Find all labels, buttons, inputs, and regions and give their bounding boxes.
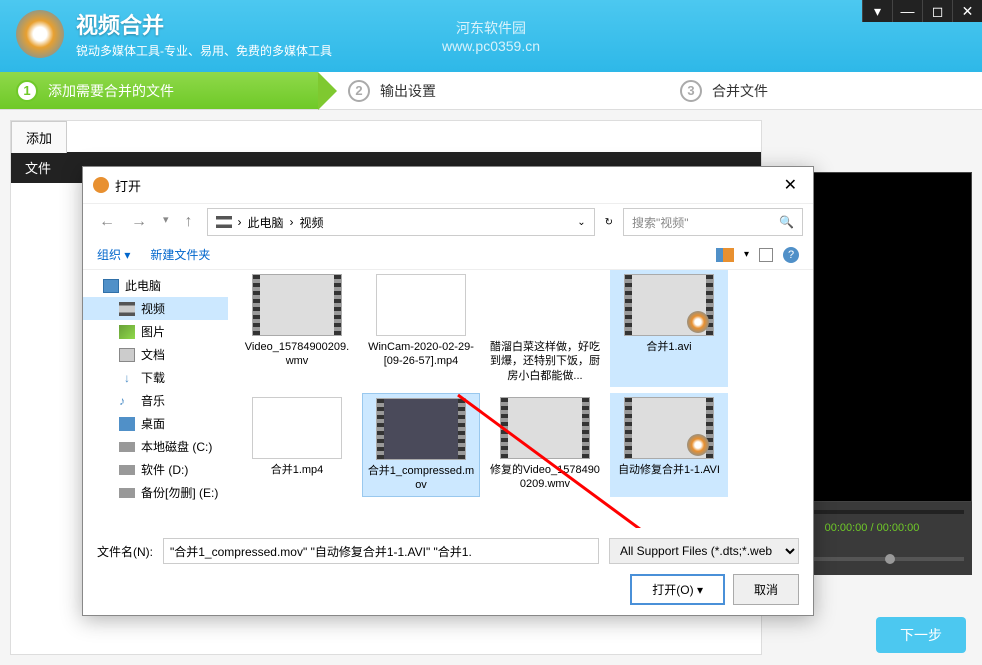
close-button[interactable]: ✕ [952,0,982,22]
next-button[interactable]: 下一步 [876,617,966,653]
cancel-button[interactable]: 取消 [733,574,799,605]
nav-back-button[interactable]: ← [93,211,121,233]
sidebar-item-music[interactable]: ♪音乐 [83,389,228,412]
watermark: 河东软件园 www.pc0359.cn [442,18,540,48]
drive-icon [216,216,232,228]
filename-input[interactable] [163,538,599,564]
dialog-close-button[interactable]: ✕ [778,175,803,195]
app-subtitle: 锐动多媒体工具-专业、易用、免费的多媒体工具 [76,42,332,59]
file-item[interactable]: Video_15784900209.wmv [238,270,356,387]
refresh-button[interactable]: ↻ [603,215,615,230]
open-button[interactable]: 打开(O) ▾ [630,574,725,605]
sidebar-item-disk-e[interactable]: 备份[勿删] (E:) [83,481,228,504]
file-item[interactable]: 自动修复合并1-1.AVI [610,393,728,498]
maximize-button[interactable]: ◻ [922,0,952,22]
file-item[interactable]: 合并1_compressed.mov [362,393,480,498]
file-item[interactable]: WinCam-2020-02-29-[09-26-57].mp4 [362,270,480,387]
sidebar-item-videos[interactable]: 视频 [83,297,228,320]
minimize-button[interactable]: — [892,0,922,22]
nav-forward-button[interactable]: → [125,211,153,233]
media-badge-icon [687,311,709,333]
help-button[interactable]: ? [783,247,799,263]
folder-tree: 此电脑 视频 图片 文档 ↓下载 ♪音乐 桌面 本地磁盘 (C:) 软件 (D:… [83,270,228,528]
organize-menu[interactable]: 组织 ▾ [97,246,130,263]
app-header: 视频合并 锐动多媒体工具-专业、易用、免费的多媒体工具 河东软件园 www.pc… [0,0,982,72]
media-badge-icon [687,434,709,456]
search-icon: 🔍 [779,215,794,229]
sidebar-item-desktop[interactable]: 桌面 [83,412,228,435]
new-folder-button[interactable]: 新建文件夹 [150,246,210,263]
volume-slider[interactable] [805,557,964,561]
file-type-filter[interactable]: All Support Files (*.dts;*.web [609,538,799,564]
file-item[interactable]: 醋溜白菜这样做，好吃到爆，还特别下饭，厨房小白都能做... [486,270,604,387]
step-output-settings[interactable]: 2 输出设置 [318,72,650,109]
dialog-title: 打开 [115,176,141,195]
file-list: Video_15784900209.wmv WinCam-2020-02-29-… [228,270,813,528]
file-item[interactable]: 修复的Video_15784900209.wmv [486,393,604,498]
file-open-dialog: 打开 ✕ ← → ▾ ↑ › 此电脑 › 视频 ⌄ ↻ 搜索"视频" 🔍 组织 … [82,166,814,616]
breadcrumb-item[interactable]: 视频 [300,214,324,231]
sidebar-item-this-pc[interactable]: 此电脑 [83,274,228,297]
filename-label: 文件名(N): [97,543,153,560]
search-input[interactable]: 搜索"视频" 🔍 [623,208,803,236]
step-merge[interactable]: 3 合并文件 [650,72,982,109]
breadcrumb-item[interactable]: 此电脑 [248,214,284,231]
sidebar-item-disk-c[interactable]: 本地磁盘 (C:) [83,435,228,458]
breadcrumb-dropdown[interactable]: ⌄ [577,217,585,228]
preview-pane-button[interactable] [759,248,773,262]
nav-history-dropdown[interactable]: ▾ [157,211,175,233]
file-item[interactable]: 合并1.avi [610,270,728,387]
file-item[interactable]: 合并1.mp4 [238,393,356,498]
view-dropdown[interactable]: ▾ [744,249,749,260]
minimize-to-tray-button[interactable]: ▾ [862,0,892,22]
add-tab[interactable]: 添加 [11,121,67,153]
sidebar-item-disk-d[interactable]: 软件 (D:) [83,458,228,481]
view-mode-button[interactable] [716,248,734,262]
sidebar-item-pictures[interactable]: 图片 [83,320,228,343]
nav-up-button[interactable]: ↑ [179,211,199,233]
app-logo-icon [16,10,64,58]
breadcrumb-bar[interactable]: › 此电脑 › 视频 ⌄ [207,208,595,236]
step-add-files[interactable]: 1 添加需要合并的文件 [0,72,318,109]
app-title: 视频合并 [76,8,332,40]
sidebar-item-documents[interactable]: 文档 [83,343,228,366]
wizard-steps: 1 添加需要合并的文件 2 输出设置 3 合并文件 [0,72,982,110]
dialog-icon [93,177,109,193]
sidebar-item-downloads[interactable]: ↓下载 [83,366,228,389]
